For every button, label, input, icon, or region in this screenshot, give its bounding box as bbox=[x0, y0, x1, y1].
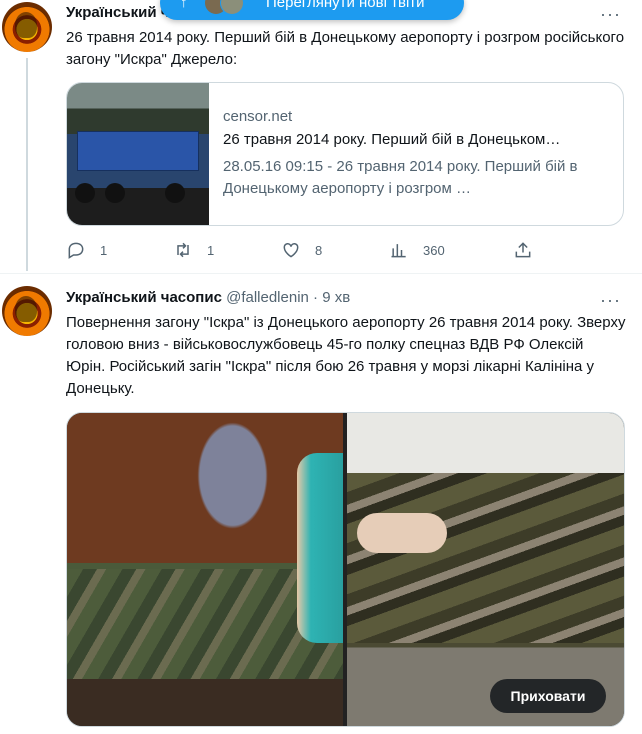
avatar[interactable] bbox=[2, 2, 52, 52]
thread-line bbox=[26, 58, 28, 271]
new-tweets-label: Переглянути нові твіти bbox=[266, 0, 425, 11]
hide-button[interactable]: Приховати bbox=[490, 679, 606, 713]
retweet-count: 1 bbox=[207, 242, 215, 258]
like-count: 8 bbox=[315, 242, 323, 258]
tweet-text: 26 травня 2014 року. Перший бій в Донець… bbox=[66, 29, 625, 68]
photo-1[interactable] bbox=[67, 413, 343, 726]
card-description: 28.05.16 09:15 - 26 травня 2014 року. Пе… bbox=[223, 158, 578, 197]
link-card[interactable]: censor.net 26 травня 2014 року. Перший б… bbox=[66, 82, 624, 226]
card-title: 26 травня 2014 року. Перший бій в Донець… bbox=[223, 131, 561, 148]
tweet-header: Український часопис @falledlenin · 9 хв bbox=[66, 288, 350, 308]
card-domain: censor.net bbox=[223, 108, 293, 125]
reply-count: 1 bbox=[100, 242, 108, 258]
more-icon[interactable]: ··· bbox=[600, 5, 620, 28]
tweet-text: Повернення загону "Іскра" із Донецького … bbox=[66, 314, 626, 397]
retweet-button[interactable]: 1 bbox=[173, 238, 214, 262]
retweet-icon bbox=[177, 242, 189, 258]
reply-icon bbox=[68, 242, 84, 259]
views-count: 360 bbox=[423, 242, 445, 258]
views-icon bbox=[391, 244, 406, 258]
tweet-time[interactable]: 9 хв bbox=[322, 289, 350, 306]
arrow-up-icon: ↑ bbox=[180, 0, 188, 11]
views-button[interactable]: 360 bbox=[389, 238, 445, 262]
card-thumbnail bbox=[67, 83, 209, 225]
tweet-1[interactable]: Український часопис ··· 26 травня 2014 р… bbox=[0, 0, 642, 274]
pill-avatars bbox=[204, 0, 262, 15]
avatar[interactable] bbox=[2, 286, 52, 336]
author-handle[interactable]: @falledlenin bbox=[226, 289, 309, 306]
more-icon[interactable]: ··· bbox=[600, 291, 620, 314]
author-name[interactable]: Український часопис bbox=[66, 289, 222, 306]
avatar bbox=[220, 0, 244, 15]
heart-icon bbox=[283, 242, 299, 258]
tweet-actions: 1 1 8 360 bbox=[66, 238, 536, 262]
share-icon bbox=[515, 242, 531, 258]
reply-button[interactable]: 1 bbox=[66, 238, 107, 262]
like-button[interactable]: 8 bbox=[281, 238, 322, 262]
meta-separator: · bbox=[313, 289, 319, 306]
tweet-2[interactable]: Український часопис @falledlenin · 9 хв … bbox=[0, 274, 642, 734]
media-grid[interactable]: Приховати bbox=[66, 412, 625, 727]
share-button[interactable] bbox=[513, 238, 533, 262]
new-tweets-pill[interactable]: ↑ Переглянути нові твіти bbox=[160, 0, 464, 20]
